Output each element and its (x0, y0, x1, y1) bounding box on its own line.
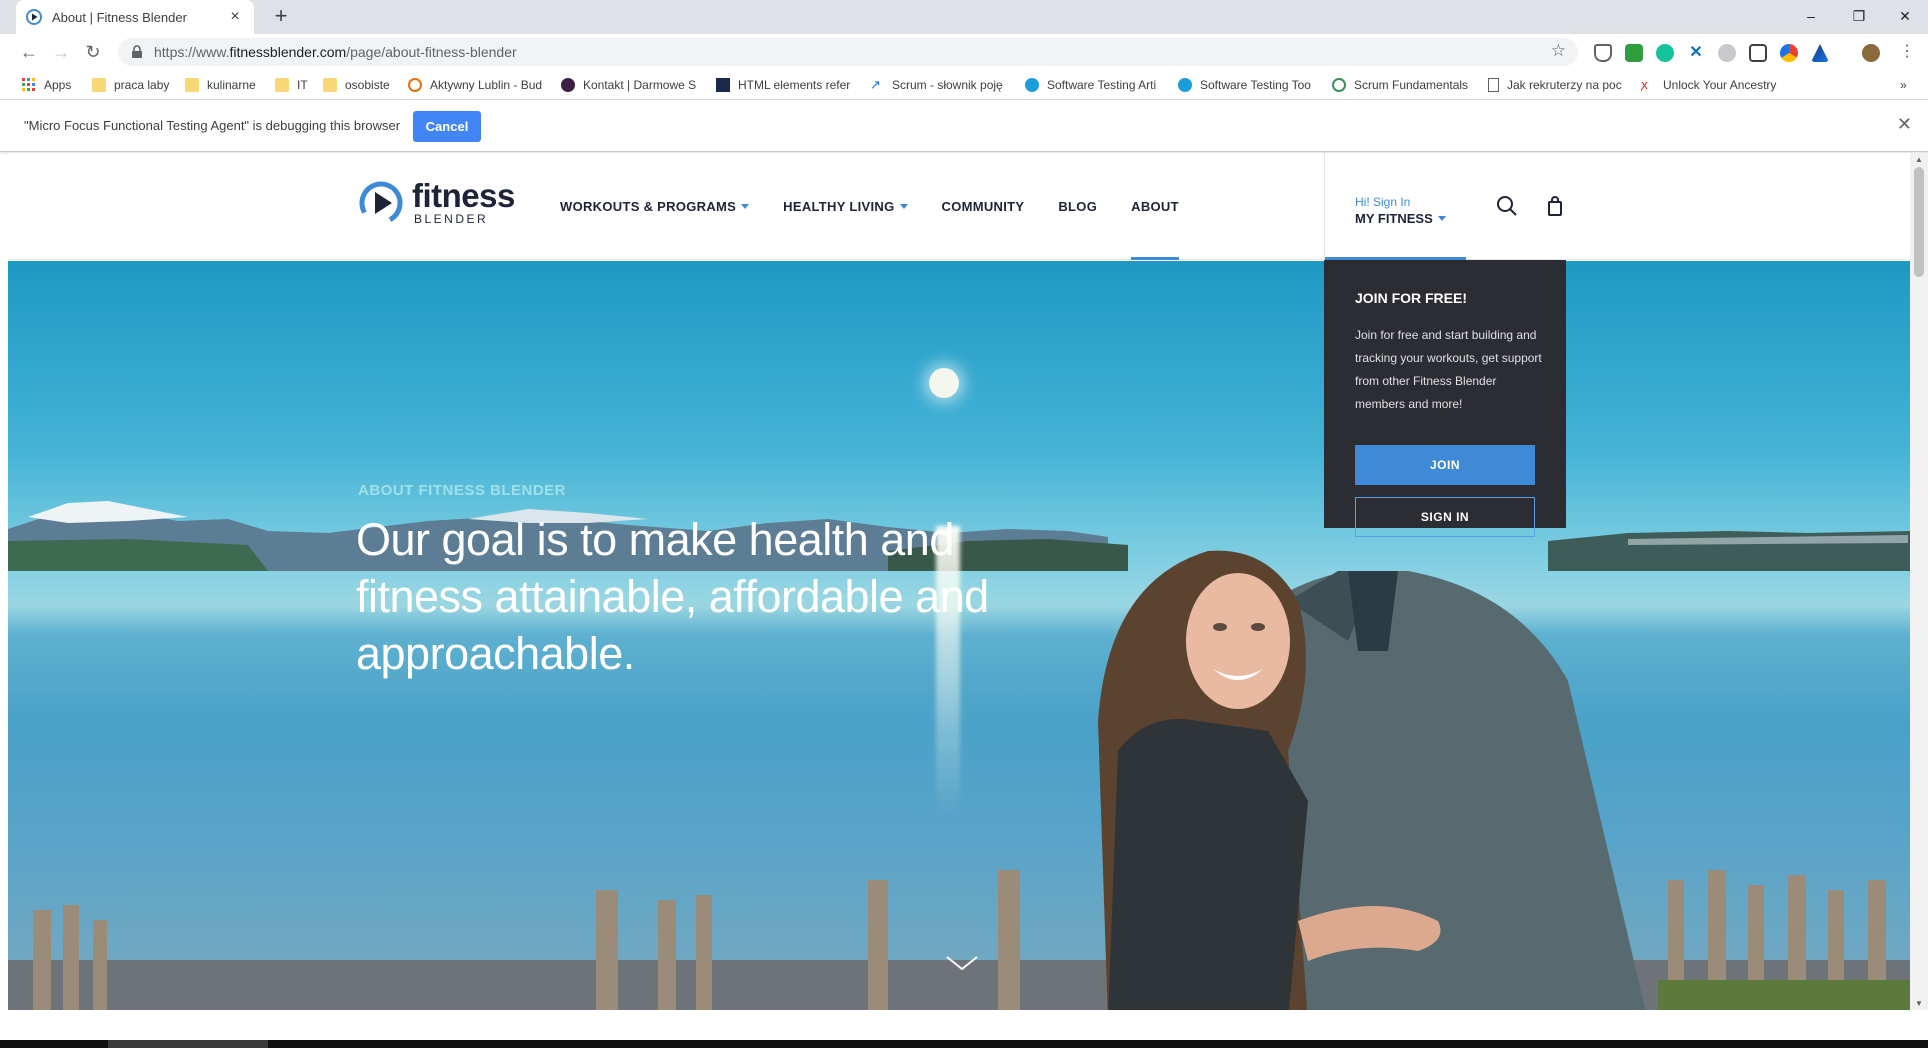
folder-icon (185, 78, 199, 92)
profile-avatar[interactable] (1862, 44, 1880, 62)
site-icon (1178, 78, 1192, 92)
minimize-button[interactable]: – (1788, 4, 1834, 28)
bookmark-software-testing-too[interactable]: Software Testing Too (1178, 76, 1314, 94)
bookmark-folder-it[interactable]: IT (275, 76, 315, 94)
bookmarks-overflow-icon[interactable]: » (1900, 76, 1916, 94)
cloud-extension-icon[interactable] (1718, 44, 1736, 62)
bookmark-jak-rekruterzy[interactable]: Jak rekruterzy na poc (1488, 76, 1624, 94)
bookmark-scrum-fundamentals[interactable]: Scrum Fundamentals (1332, 76, 1472, 94)
bookmark-unlock-ancestry[interactable]: ꭗ Unlock Your Ancestry (1641, 76, 1777, 94)
shopping-bag-icon[interactable] (1544, 195, 1566, 217)
bookmark-star-icon[interactable]: ☆ (1551, 41, 1566, 61)
join-dropdown-panel: JOIN FOR FREE! Join for free and start b… (1324, 260, 1566, 537)
search-icon[interactable] (1496, 195, 1518, 217)
tab-strip: About | Fitness Blender × + – ❐ ✕ (0, 0, 1928, 34)
nav-workouts-programs[interactable]: WORKOUTS & PROGRAMS (560, 153, 750, 260)
caret-down-icon (1437, 216, 1446, 221)
bookmark-folder-praca-laby[interactable]: praca laby (92, 76, 172, 94)
folder-icon (323, 78, 337, 92)
site-icon (716, 78, 730, 92)
excel-extension-icon[interactable] (1625, 44, 1643, 62)
nav-community[interactable]: COMMUNITY (942, 153, 1025, 260)
taskbar-item[interactable] (108, 1040, 268, 1048)
color-extension-icon[interactable] (1780, 44, 1798, 62)
join-button[interactable]: JOIN (1355, 445, 1535, 485)
site-icon (408, 78, 422, 92)
address-bar[interactable]: https://www.fitnessblender.com/page/abou… (118, 38, 1578, 66)
lock-icon (132, 45, 142, 58)
tab-close-icon[interactable]: × (226, 8, 244, 26)
scroll-down-chevron-icon[interactable] (945, 953, 979, 973)
debugging-infobar: "Micro Focus Functional Testing Agent" i… (0, 101, 1928, 152)
infobar-close-icon[interactable]: ✕ (1897, 114, 1912, 135)
cancel-debugging-button[interactable]: Cancel (413, 111, 481, 142)
scrollbar-thumb[interactable] (1914, 167, 1924, 277)
tab-title: About | Fitness Blender (52, 9, 187, 25)
logo-wordmark: fitness (412, 177, 515, 214)
nav-blog[interactable]: BLOG (1058, 153, 1097, 260)
bookmark-scrum-slownik[interactable]: ↗ Scrum - słownik poję (870, 76, 1010, 94)
forward-arrow-icon[interactable]: → (50, 41, 72, 63)
browser-tab[interactable]: About | Fitness Blender × (16, 0, 254, 34)
dropdown-title: JOIN FOR FREE! (1355, 290, 1468, 306)
drive-extension-icon[interactable] (1811, 44, 1829, 62)
bookmark-aktywny-lublin[interactable]: Aktywny Lublin - Bud (408, 76, 544, 94)
shield-extension-icon[interactable] (1594, 44, 1612, 62)
site-header: fitness BLENDER WORKOUTS & PROGRAMS HEAL… (8, 153, 1910, 260)
site-icon (1332, 78, 1346, 92)
grammarly-extension-icon[interactable] (1656, 44, 1674, 62)
bookmark-folder-osobiste[interactable]: osobiste (323, 76, 403, 94)
site-icon (1025, 78, 1039, 92)
logo-mark-icon (359, 181, 403, 225)
folder-icon (92, 78, 106, 92)
folder-icon (275, 78, 289, 92)
dropdown-description: Join for free and start building and tra… (1355, 328, 1542, 411)
scroll-down-arrow-icon[interactable]: ▼ (1915, 999, 1923, 1008)
fitness-blender-favicon-icon (26, 9, 42, 25)
my-fitness-label: MY FITNESS (1355, 211, 1446, 226)
debugging-message: "Micro Focus Functional Testing Agent" i… (24, 118, 401, 133)
back-arrow-icon[interactable]: ← (18, 41, 40, 63)
site-icon: ↗ (870, 77, 881, 92)
hero-section: ABOUT FITNESS BLENDER Our goal is to mak… (8, 261, 1910, 1010)
web-page: ABOUT FITNESS BLENDER Our goal is to mak… (8, 153, 1910, 1010)
sign-in-greeting[interactable]: Hi! Sign In (1355, 195, 1410, 209)
logo-subtext: BLENDER (414, 212, 489, 226)
bookmark-apps[interactable]: Apps (22, 76, 82, 94)
scroll-up-arrow-icon[interactable]: ▲ (1915, 155, 1923, 164)
site-icon: ꭗ (1641, 77, 1648, 92)
bookmarks-bar: Apps praca laby kulinarne IT osobiste Ak… (0, 70, 1928, 100)
nav-healthy-living[interactable]: HEALTHY LIVING (783, 153, 908, 260)
moon-graphic (929, 368, 959, 398)
my-fitness-menu[interactable]: Hi! Sign In MY FITNESS (1324, 153, 1466, 260)
reload-icon[interactable]: ↻ (82, 41, 104, 63)
browser-menu-icon[interactable]: ⋮ (1896, 41, 1918, 63)
page-icon (1488, 78, 1499, 92)
new-tab-button[interactable]: + (268, 4, 294, 30)
bookmark-software-testing-arti[interactable]: Software Testing Arti (1025, 76, 1161, 94)
window-close-button[interactable]: ✕ (1882, 4, 1928, 28)
site-icon (561, 78, 575, 92)
x-extension-icon[interactable]: ✕ (1687, 44, 1705, 62)
url-text: https://www.fitnessblender.com/page/abou… (154, 44, 517, 60)
bookmark-folder-kulinarne[interactable]: kulinarne (185, 76, 265, 94)
caret-down-icon (899, 204, 908, 209)
bookmark-html-elements[interactable]: HTML elements refer (716, 76, 854, 94)
bookmark-kontakt[interactable]: Kontakt | Darmowe S (561, 76, 697, 94)
hero-eyebrow: ABOUT FITNESS BLENDER (358, 482, 567, 499)
fitness-blender-logo[interactable]: fitness BLENDER (358, 177, 515, 226)
page-scrollbar[interactable]: ▲ ▼ (1910, 153, 1928, 1010)
browser-toolbar: ← → ↻ https://www.fitnessblender.com/pag… (0, 34, 1928, 70)
main-nav: WORKOUTS & PROGRAMS HEALTHY LIVING COMMU… (560, 153, 1213, 260)
apps-grid-icon (22, 78, 35, 91)
nav-about[interactable]: ABOUT (1131, 153, 1179, 260)
notes-extension-icon[interactable] (1749, 44, 1767, 62)
caret-down-icon (741, 204, 750, 209)
hero-headline: Our goal is to make health and fitness a… (356, 514, 989, 679)
os-taskbar (0, 1040, 1928, 1048)
sign-in-button[interactable]: SIGN IN (1355, 497, 1535, 537)
restore-button[interactable]: ❐ (1836, 4, 1882, 28)
